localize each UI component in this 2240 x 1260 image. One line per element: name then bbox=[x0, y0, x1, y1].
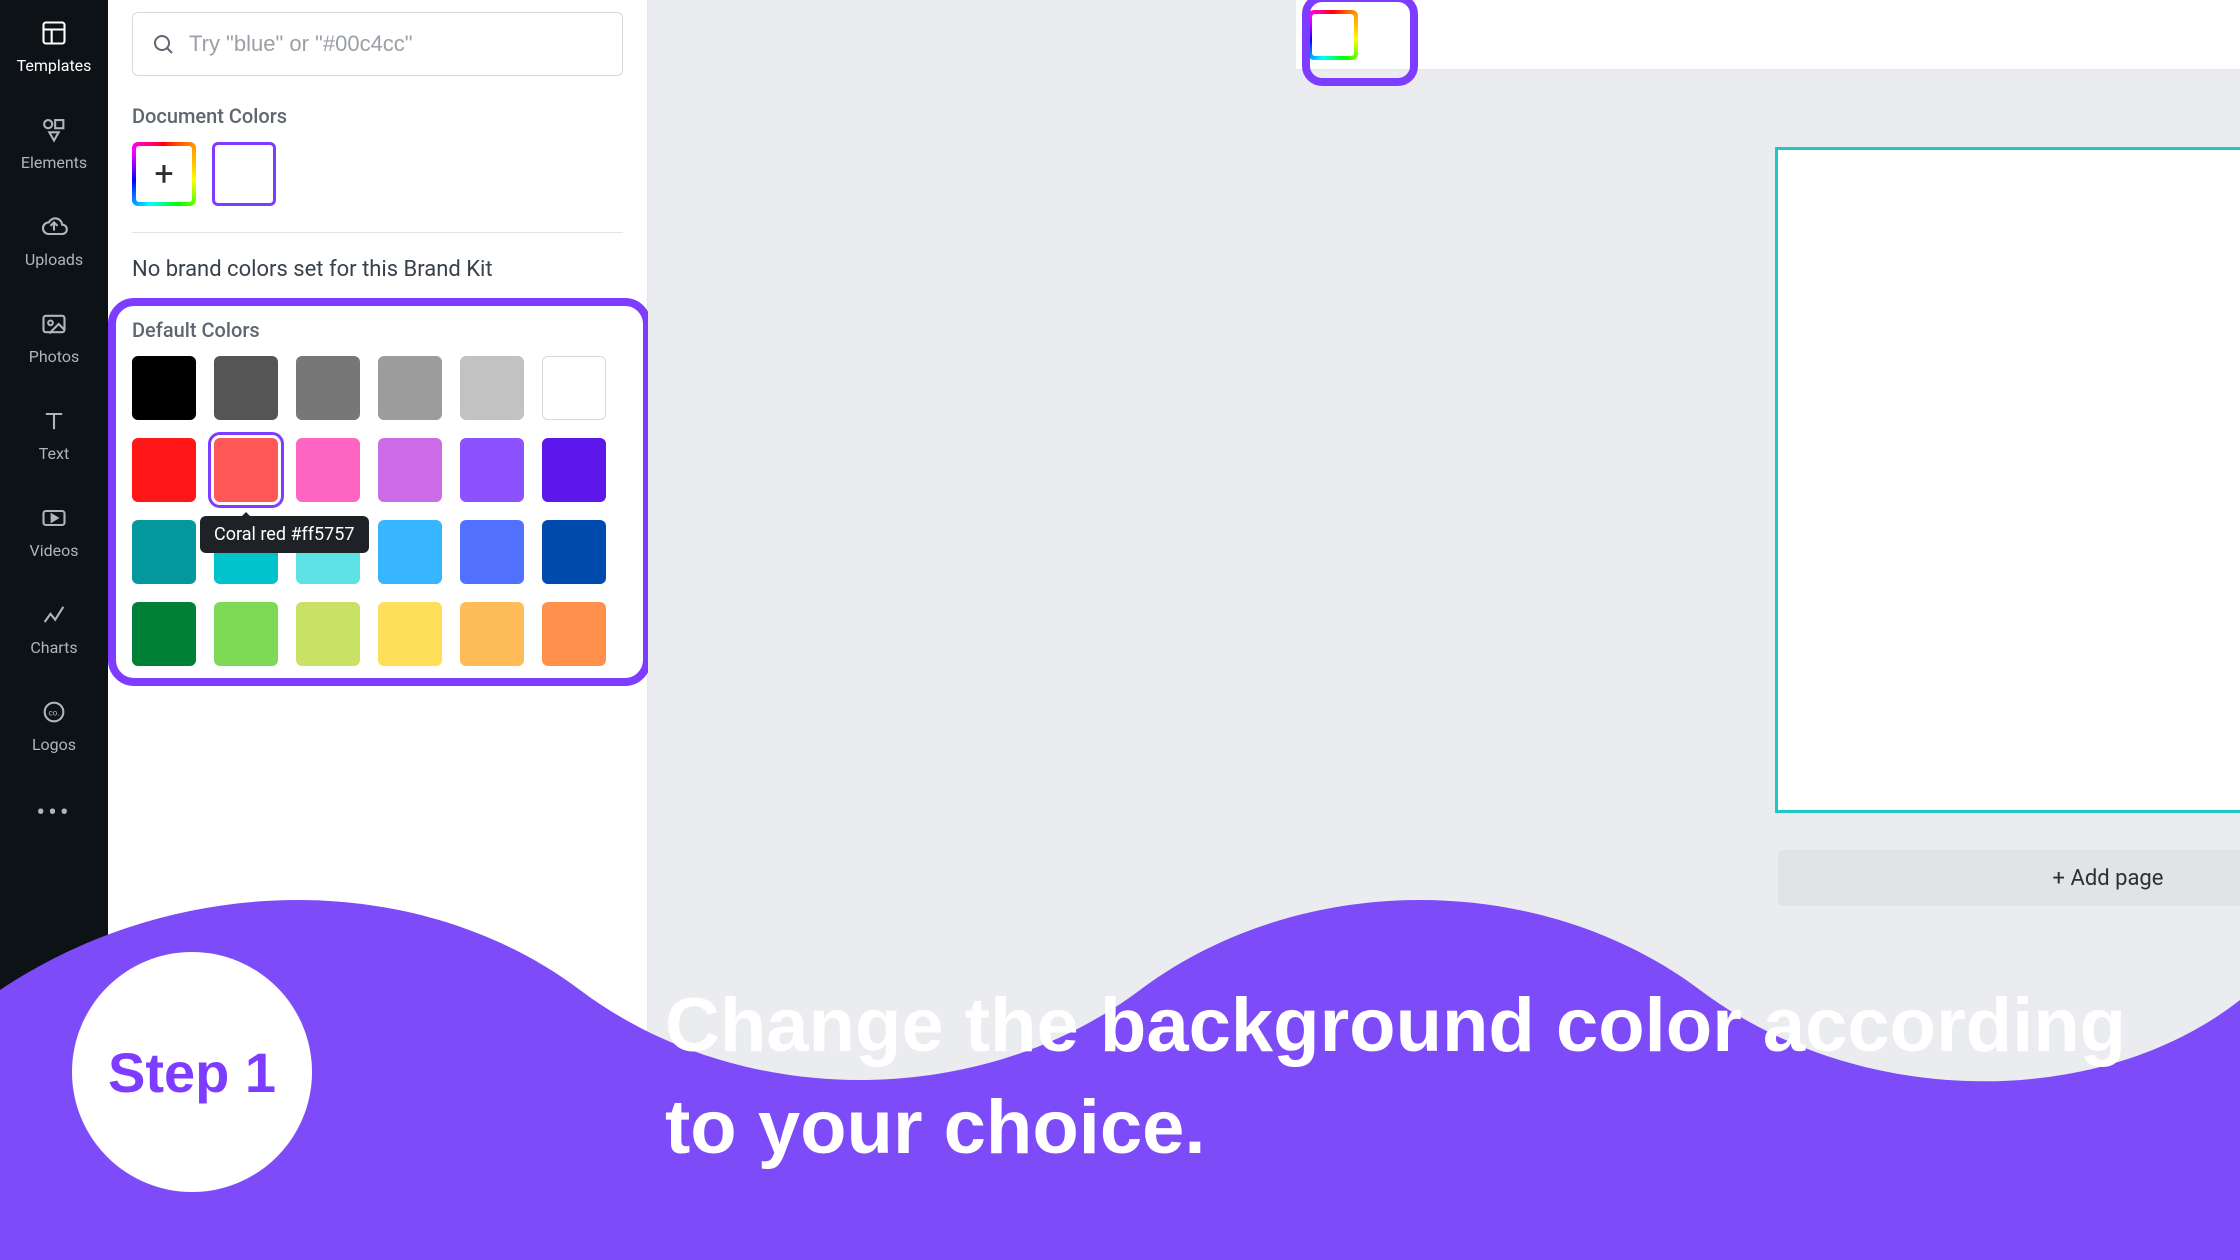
rail-label: Charts bbox=[30, 638, 77, 657]
elements-icon bbox=[37, 113, 71, 147]
rail-item-videos[interactable]: Videos bbox=[0, 493, 108, 568]
color-tooltip: Coral red #ff5757 bbox=[200, 516, 369, 553]
color-swatch[interactable] bbox=[460, 520, 524, 584]
rail-item-photos[interactable]: Photos bbox=[0, 299, 108, 374]
color-swatch[interactable] bbox=[542, 602, 606, 666]
rail-label: Videos bbox=[30, 541, 79, 560]
color-swatch[interactable] bbox=[460, 356, 524, 420]
color-swatch[interactable] bbox=[378, 438, 442, 502]
rail-label: Elements bbox=[21, 153, 87, 172]
color-swatch[interactable] bbox=[542, 438, 606, 502]
uploads-icon bbox=[37, 210, 71, 244]
color-swatch[interactable] bbox=[378, 356, 442, 420]
color-swatch[interactable] bbox=[132, 356, 196, 420]
add-color-button[interactable]: + bbox=[132, 142, 196, 206]
divider bbox=[132, 232, 623, 233]
document-colors-title: Document Colors bbox=[132, 104, 623, 128]
color-swatch[interactable] bbox=[378, 520, 442, 584]
default-color-grid: Coral red #ff5757 bbox=[132, 356, 623, 666]
rail-label: Uploads bbox=[25, 250, 83, 269]
color-swatch[interactable] bbox=[132, 438, 196, 502]
templates-icon bbox=[37, 16, 71, 50]
svg-text:co.: co. bbox=[48, 708, 59, 718]
canvas-area: + Add page bbox=[648, 0, 2240, 1260]
rail-item-uploads[interactable]: Uploads bbox=[0, 202, 108, 277]
rail-label: Logos bbox=[32, 735, 76, 754]
color-swatch[interactable] bbox=[542, 356, 606, 420]
color-swatch[interactable] bbox=[460, 438, 524, 502]
add-page-label: + Add page bbox=[2053, 866, 2164, 891]
rail-label: Photos bbox=[29, 347, 80, 366]
document-color-swatch[interactable] bbox=[212, 142, 276, 206]
plus-icon: + bbox=[136, 146, 192, 202]
add-page-button[interactable]: + Add page bbox=[1778, 850, 2240, 906]
color-swatch[interactable] bbox=[132, 602, 196, 666]
color-panel: Document Colors + No brand colors set fo… bbox=[108, 0, 648, 1260]
color-swatch[interactable] bbox=[296, 438, 360, 502]
color-swatch[interactable] bbox=[378, 602, 442, 666]
brandkit-empty-message: No brand colors set for this Brand Kit bbox=[132, 257, 623, 282]
side-rail: Templates Elements Uploads Photos Text bbox=[0, 0, 108, 1260]
videos-icon bbox=[37, 501, 71, 535]
rail-item-more[interactable]: ••• bbox=[0, 788, 108, 838]
text-icon bbox=[37, 404, 71, 438]
search-icon bbox=[151, 32, 175, 56]
logos-icon: co. bbox=[37, 695, 71, 729]
canvas-page[interactable] bbox=[1778, 150, 2240, 810]
color-swatch[interactable] bbox=[214, 602, 278, 666]
color-swatch[interactable] bbox=[460, 602, 524, 666]
rail-label: Templates bbox=[17, 56, 92, 75]
color-swatch[interactable] bbox=[214, 356, 278, 420]
rail-label: Text bbox=[39, 444, 69, 463]
rail-item-text[interactable]: Text bbox=[0, 396, 108, 471]
color-search-box[interactable] bbox=[132, 12, 623, 76]
color-swatch[interactable]: Coral red #ff5757 bbox=[214, 438, 278, 502]
rail-item-logos[interactable]: co. Logos bbox=[0, 687, 108, 762]
rail-item-charts[interactable]: Charts bbox=[0, 590, 108, 665]
default-colors-title: Default Colors bbox=[132, 318, 623, 342]
color-search-input[interactable] bbox=[189, 31, 604, 57]
photos-icon bbox=[37, 307, 71, 341]
rail-item-elements[interactable]: Elements bbox=[0, 105, 108, 180]
color-swatch[interactable] bbox=[542, 520, 606, 584]
color-swatch[interactable] bbox=[132, 520, 196, 584]
color-swatch[interactable] bbox=[296, 602, 360, 666]
charts-icon bbox=[37, 598, 71, 632]
background-color-tool[interactable] bbox=[1308, 10, 1358, 60]
rail-item-templates[interactable]: Templates bbox=[0, 8, 108, 83]
editor-toolbar bbox=[1296, 0, 2240, 70]
color-swatch[interactable] bbox=[296, 356, 360, 420]
more-icon: ••• bbox=[37, 796, 71, 830]
